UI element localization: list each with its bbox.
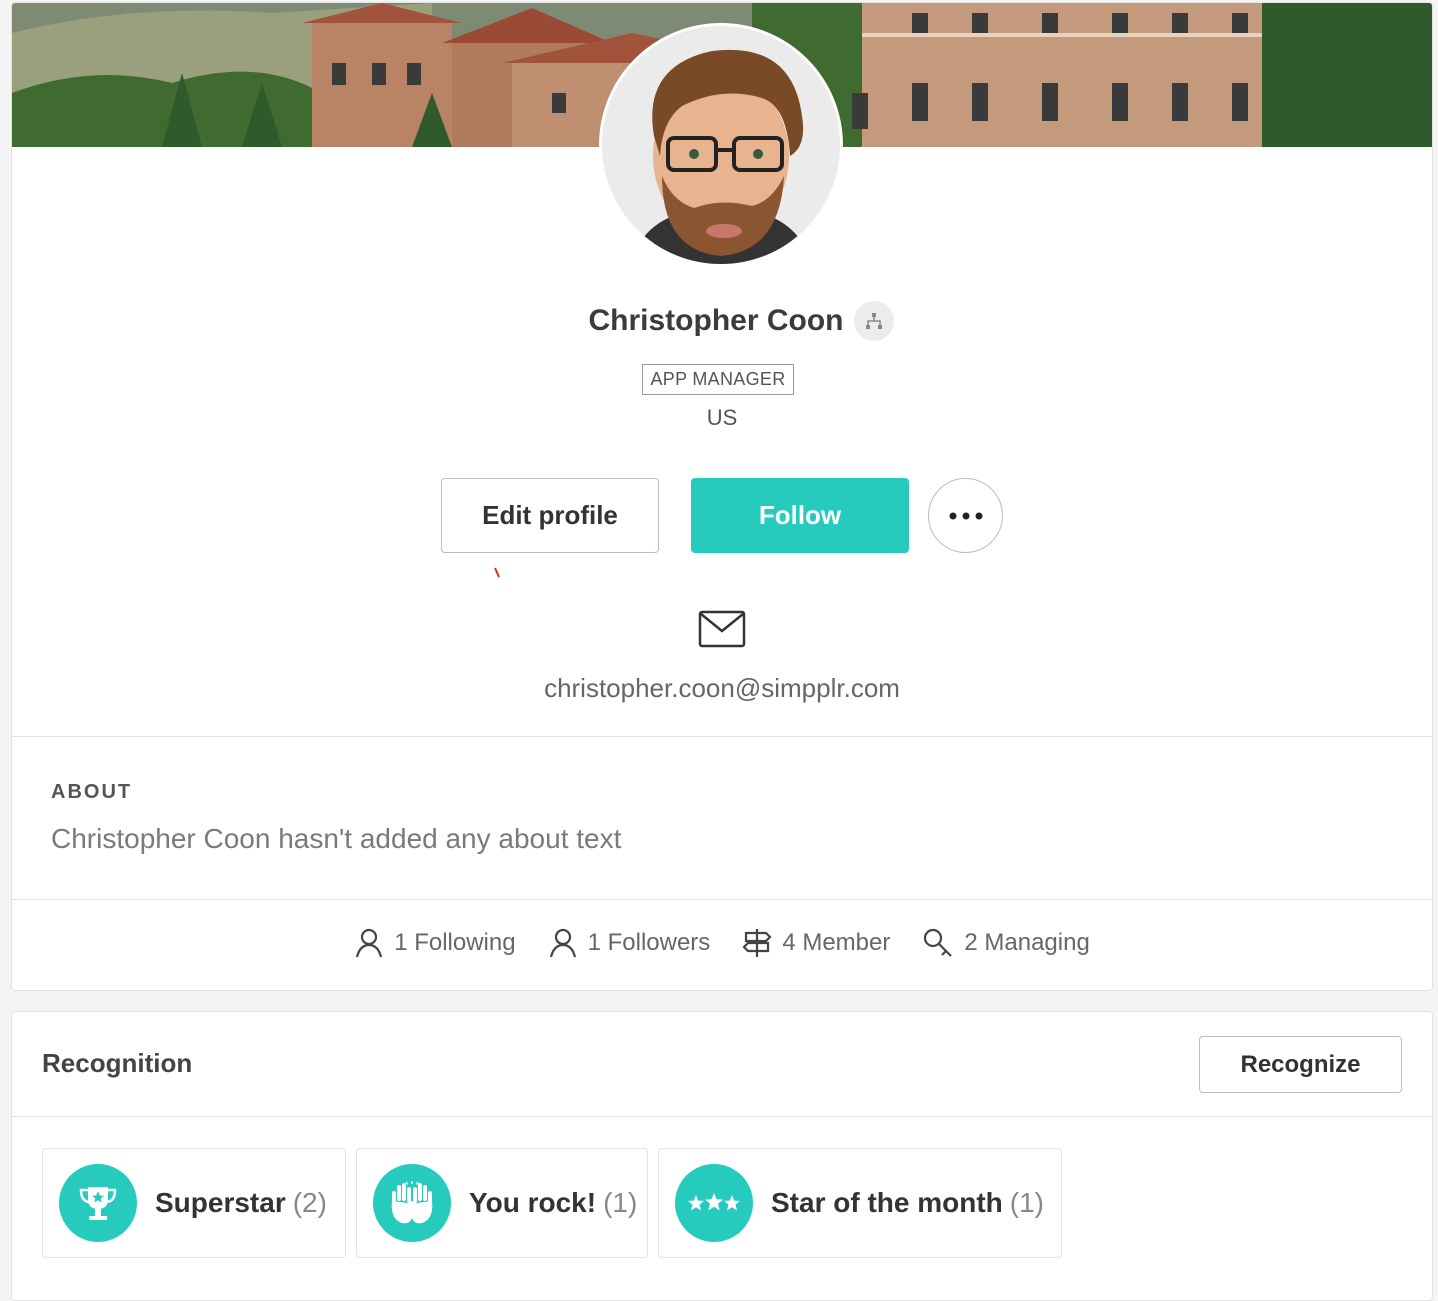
stat-label: 2 Managing xyxy=(964,929,1090,956)
about-heading: ABOUT xyxy=(51,781,133,803)
badge-count: (1) xyxy=(603,1187,638,1218)
more-options-button[interactable] xyxy=(928,478,1003,553)
role-badge: APP MANAGER xyxy=(642,364,794,395)
badge-you-rock[interactable]: You rock! (1) xyxy=(356,1148,648,1258)
recognition-card: Recognition Recognize Superstar (2) You … xyxy=(11,1011,1433,1301)
trophy-icon xyxy=(59,1164,137,1242)
badge-count: (2) xyxy=(292,1187,327,1218)
profile-card: Christopher Coon APP MANAGER US Edit pro… xyxy=(11,2,1433,991)
stat-label: 1 Following xyxy=(394,929,516,956)
person-icon xyxy=(548,927,578,959)
divider xyxy=(12,736,1432,737)
badge-star-of-the-month[interactable]: Star of the month (1) xyxy=(658,1148,1062,1258)
avatar[interactable] xyxy=(599,23,843,267)
follow-button[interactable]: Follow xyxy=(691,478,909,553)
stat-label: 4 Member xyxy=(782,929,891,956)
role-wrap: APP MANAGER xyxy=(12,364,1432,395)
mail-icon[interactable] xyxy=(698,610,746,648)
badge-label: Superstar xyxy=(155,1187,286,1218)
person-icon xyxy=(354,927,384,959)
cursor-mark xyxy=(494,567,500,578)
stat-label: 1 Followers xyxy=(587,929,711,956)
badge-label: You rock! xyxy=(469,1187,597,1218)
name-row: Christopher Coon xyxy=(12,301,1432,341)
profile-name: Christopher Coon xyxy=(588,304,844,337)
stats-row: 1 Following 1 Followers 4 Member 2 Manag… xyxy=(12,927,1432,959)
edit-profile-button[interactable]: Edit profile xyxy=(441,478,659,553)
recognize-button[interactable]: Recognize xyxy=(1199,1036,1402,1093)
divider xyxy=(12,899,1432,900)
high-five-icon xyxy=(373,1164,451,1242)
about-text: Christopher Coon hasn't added any about … xyxy=(51,823,622,854)
three-stars-icon xyxy=(675,1164,753,1242)
stat-following[interactable]: 1 Following xyxy=(354,927,516,959)
stat-member[interactable]: 4 Member xyxy=(742,927,890,959)
badge-label: Star of the month xyxy=(771,1187,1003,1218)
badge-count: (1) xyxy=(1009,1187,1044,1218)
ellipsis-icon xyxy=(949,512,982,519)
badge-superstar[interactable]: Superstar (2) xyxy=(42,1148,346,1258)
recognition-heading: Recognition xyxy=(42,1048,193,1078)
divider xyxy=(12,1116,1432,1117)
stat-followers[interactable]: 1 Followers xyxy=(548,927,711,959)
org-chart-icon[interactable] xyxy=(853,301,894,341)
location: US xyxy=(706,405,738,430)
email-link[interactable]: christopher.coon@simpplr.com xyxy=(12,673,1432,704)
key-icon xyxy=(922,927,954,959)
stat-managing[interactable]: 2 Managing xyxy=(922,927,1090,959)
signpost-icon xyxy=(742,927,772,959)
